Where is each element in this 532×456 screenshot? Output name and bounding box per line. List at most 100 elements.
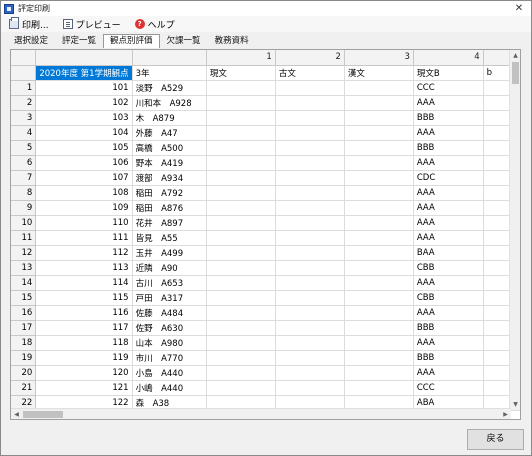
table-row[interactable]: 11 111 皆見 A55 AAA bbox=[11, 230, 520, 246]
evaluation-cell[interactable]: CBB bbox=[413, 260, 484, 276]
grade-cell[interactable] bbox=[344, 95, 414, 111]
student-number-cell[interactable]: 105 bbox=[35, 140, 133, 156]
grade-cell[interactable] bbox=[344, 185, 414, 201]
grade-cell[interactable] bbox=[275, 200, 345, 216]
student-number-cell[interactable]: 103 bbox=[35, 110, 133, 126]
evaluation-cell[interactable]: BBB bbox=[413, 140, 484, 156]
student-name-cell[interactable]: 佐野 A630 bbox=[132, 320, 207, 336]
student-number-cell[interactable]: 117 bbox=[35, 320, 133, 336]
student-name-cell[interactable]: 戸田 A317 bbox=[132, 290, 207, 306]
student-name-cell[interactable]: 小嶋 A440 bbox=[132, 380, 207, 396]
student-number-cell[interactable]: 120 bbox=[35, 365, 133, 381]
grade-cell[interactable] bbox=[344, 170, 414, 186]
grade-cell[interactable] bbox=[344, 245, 414, 261]
grade-cell[interactable] bbox=[275, 260, 345, 276]
back-button[interactable]: 戻る bbox=[467, 429, 524, 450]
student-name-cell[interactable]: 皆見 A55 bbox=[132, 230, 207, 246]
scroll-left-icon[interactable]: ◀ bbox=[11, 409, 22, 419]
grade-cell[interactable] bbox=[344, 320, 414, 336]
table-row[interactable]: 15 115 戸田 A317 CBB bbox=[11, 290, 520, 306]
evaluation-cell[interactable]: CBB bbox=[413, 290, 484, 306]
scroll-right-icon[interactable]: ▶ bbox=[500, 409, 511, 419]
grade-cell[interactable] bbox=[206, 140, 276, 156]
student-number-cell[interactable]: 111 bbox=[35, 230, 133, 246]
student-name-cell[interactable]: 稲田 A876 bbox=[132, 200, 207, 216]
table-row[interactable]: 7 107 渡部 A934 CDC bbox=[11, 170, 520, 186]
evaluation-cell[interactable]: CCC bbox=[413, 80, 484, 96]
grade-cell[interactable] bbox=[275, 185, 345, 201]
grade-cell[interactable] bbox=[206, 155, 276, 171]
grade-cell[interactable] bbox=[206, 380, 276, 396]
evaluation-cell[interactable]: AAA bbox=[413, 155, 484, 171]
grade-cell[interactable] bbox=[206, 350, 276, 366]
student-name-cell[interactable]: 山本 A980 bbox=[132, 335, 207, 351]
student-name-cell[interactable]: 近隣 A90 bbox=[132, 260, 207, 276]
grade-cell[interactable] bbox=[206, 305, 276, 321]
evaluation-cell[interactable]: BBB bbox=[413, 320, 484, 336]
table-row[interactable]: 17 117 佐野 A630 BBB bbox=[11, 320, 520, 336]
grade-cell[interactable] bbox=[344, 335, 414, 351]
grade-cell[interactable] bbox=[344, 80, 414, 96]
grade-cell[interactable] bbox=[206, 290, 276, 306]
grade-cell[interactable] bbox=[206, 245, 276, 261]
grade-cell[interactable] bbox=[206, 215, 276, 231]
grade-cell[interactable] bbox=[275, 245, 345, 261]
grade-cell[interactable] bbox=[344, 200, 414, 216]
student-number-cell[interactable]: 106 bbox=[35, 155, 133, 171]
grade-cell[interactable] bbox=[206, 170, 276, 186]
table-row[interactable]: 8 108 稲田 A792 AAA bbox=[11, 185, 520, 201]
grade-cell[interactable] bbox=[344, 350, 414, 366]
evaluation-cell[interactable]: BBB bbox=[413, 110, 484, 126]
grade-cell[interactable] bbox=[275, 275, 345, 291]
evaluation-cell[interactable]: CCC bbox=[413, 380, 484, 396]
table-row[interactable]: 14 114 古川 A653 AAA bbox=[11, 275, 520, 291]
student-name-cell[interactable]: 古川 A653 bbox=[132, 275, 207, 291]
table-row[interactable]: 18 118 山本 A980 AAA bbox=[11, 335, 520, 351]
evaluation-cell[interactable]: BAA bbox=[413, 245, 484, 261]
evaluation-cell[interactable]: AAA bbox=[413, 125, 484, 141]
grade-cell[interactable] bbox=[275, 305, 345, 321]
student-number-cell[interactable]: 119 bbox=[35, 350, 133, 366]
grade-cell[interactable] bbox=[206, 80, 276, 96]
grade-cell[interactable] bbox=[275, 95, 345, 111]
horizontal-scroll-thumb[interactable] bbox=[23, 411, 63, 418]
student-name-cell[interactable]: 稲田 A792 bbox=[132, 185, 207, 201]
tab-academic-materials[interactable]: 教務資料 bbox=[208, 34, 256, 47]
student-number-cell[interactable]: 108 bbox=[35, 185, 133, 201]
student-name-cell[interactable]: 佐藤 A484 bbox=[132, 305, 207, 321]
student-name-cell[interactable]: 渡部 A934 bbox=[132, 170, 207, 186]
grade-cell[interactable] bbox=[206, 95, 276, 111]
vertical-scrollbar[interactable]: ▲ ▼ bbox=[509, 50, 520, 410]
evaluation-cell[interactable]: AAA bbox=[413, 200, 484, 216]
preview-menu[interactable]: プレビュー bbox=[62, 18, 121, 31]
tab-selection-settings[interactable]: 選択設定 bbox=[7, 34, 55, 47]
grade-cell[interactable] bbox=[344, 305, 414, 321]
student-name-cell[interactable]: 高橋 A500 bbox=[132, 140, 207, 156]
evaluation-cell[interactable]: AAA bbox=[413, 215, 484, 231]
column-title-cell[interactable]: 現文B bbox=[413, 65, 484, 81]
evaluation-cell[interactable]: AAA bbox=[413, 185, 484, 201]
grade-cell[interactable] bbox=[344, 230, 414, 246]
table-row[interactable]: 5 105 高橋 A500 BBB bbox=[11, 140, 520, 156]
grade-cell[interactable] bbox=[275, 350, 345, 366]
scroll-up-icon[interactable]: ▲ bbox=[510, 50, 520, 61]
grade-cell[interactable] bbox=[344, 215, 414, 231]
student-name-cell[interactable]: 花井 A897 bbox=[132, 215, 207, 231]
column-title-cell[interactable]: 3年 bbox=[132, 65, 207, 81]
grade-cell[interactable] bbox=[344, 275, 414, 291]
grade-cell[interactable] bbox=[344, 380, 414, 396]
table-row[interactable]: 12 112 玉井 A499 BAA bbox=[11, 245, 520, 261]
evaluation-cell[interactable]: AAA bbox=[413, 335, 484, 351]
grade-cell[interactable] bbox=[275, 230, 345, 246]
table-row[interactable]: 10 110 花井 A897 AAA bbox=[11, 215, 520, 231]
tab-absence-list[interactable]: 欠課一覧 bbox=[160, 34, 208, 47]
student-number-cell[interactable]: 118 bbox=[35, 335, 133, 351]
grade-cell[interactable] bbox=[275, 215, 345, 231]
close-icon[interactable]: ✕ bbox=[511, 1, 527, 16]
student-number-cell[interactable]: 121 bbox=[35, 380, 133, 396]
evaluation-cell[interactable]: CDC bbox=[413, 170, 484, 186]
column-title-cell[interactable]: 古文 bbox=[275, 65, 345, 81]
grade-cell[interactable] bbox=[206, 260, 276, 276]
evaluation-cell[interactable]: AAA bbox=[413, 275, 484, 291]
table-row[interactable]: 3 103 木 A879 BBB bbox=[11, 110, 520, 126]
